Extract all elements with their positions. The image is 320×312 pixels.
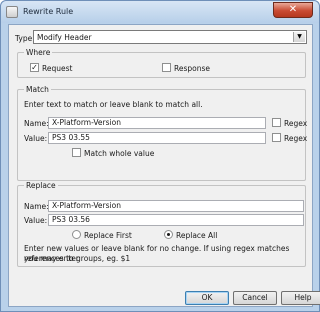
chevron-down-icon[interactable]: ▼ xyxy=(293,32,305,42)
close-button[interactable]: ✕ xyxy=(273,2,313,18)
replace-first-radio[interactable] xyxy=(72,230,81,239)
replace-group-title: Replace xyxy=(24,181,58,190)
rewrite-rule-dialog: Rewrite Rule ✕ Type: Modify Header ▼ Whe… xyxy=(0,0,320,312)
type-label: Type: xyxy=(15,34,35,43)
replace-all-radio[interactable] xyxy=(164,230,173,239)
match-value-label: Value: xyxy=(24,134,48,143)
match-name-label: Name: xyxy=(24,119,49,128)
where-group: Where ✓ Request Response xyxy=(17,48,306,78)
app-icon xyxy=(6,6,18,18)
request-label: Request xyxy=(42,64,73,73)
match-value-input[interactable]: PS3 03.55 xyxy=(48,132,266,144)
response-checkbox[interactable] xyxy=(162,63,171,72)
replace-note-line-2: references to groups, eg. $1 xyxy=(24,254,131,263)
match-instructions: Enter text to match or leave blank to ma… xyxy=(24,100,203,109)
type-select[interactable]: Modify Header ▼ xyxy=(33,30,307,44)
help-button[interactable]: Help xyxy=(281,291,320,305)
match-name-input[interactable]: X-Platform-Version xyxy=(48,117,266,129)
request-checkbox[interactable]: ✓ xyxy=(30,63,39,72)
replace-value-input[interactable]: PS3 03.56 xyxy=(48,214,304,226)
match-name-regex-label: Regex xyxy=(284,119,308,128)
type-select-value: Modify Header xyxy=(37,33,92,42)
match-value-regex-label: Regex xyxy=(284,134,308,143)
replace-name-input[interactable]: X-Platform-Version xyxy=(48,200,304,212)
replace-all-label: Replace All xyxy=(176,231,218,240)
match-whole-value-checkbox[interactable] xyxy=(72,148,81,157)
where-group-title: Where xyxy=(24,48,53,57)
window-title: Rewrite Rule xyxy=(23,7,74,16)
response-label: Response xyxy=(174,64,211,73)
title-bar[interactable]: Rewrite Rule ✕ xyxy=(1,1,319,23)
replace-value-label: Value: xyxy=(24,216,48,225)
match-group-title: Match xyxy=(24,85,51,94)
replace-first-label: Replace First xyxy=(84,231,132,240)
match-name-regex-checkbox[interactable] xyxy=(272,118,281,127)
match-whole-value-label: Match whole value xyxy=(84,149,155,158)
ok-button[interactable]: OK xyxy=(185,291,229,305)
replace-name-label: Name: xyxy=(24,202,49,211)
dialog-body: Type: Modify Header ▼ Where ✓ Request Re… xyxy=(8,24,320,307)
match-value-regex-checkbox[interactable] xyxy=(272,133,281,142)
match-group: Match Enter text to match or leave blank… xyxy=(17,85,308,181)
cancel-button[interactable]: Cancel xyxy=(233,291,277,305)
replace-group: Replace Name: X-Platform-Version Value: … xyxy=(17,181,306,267)
